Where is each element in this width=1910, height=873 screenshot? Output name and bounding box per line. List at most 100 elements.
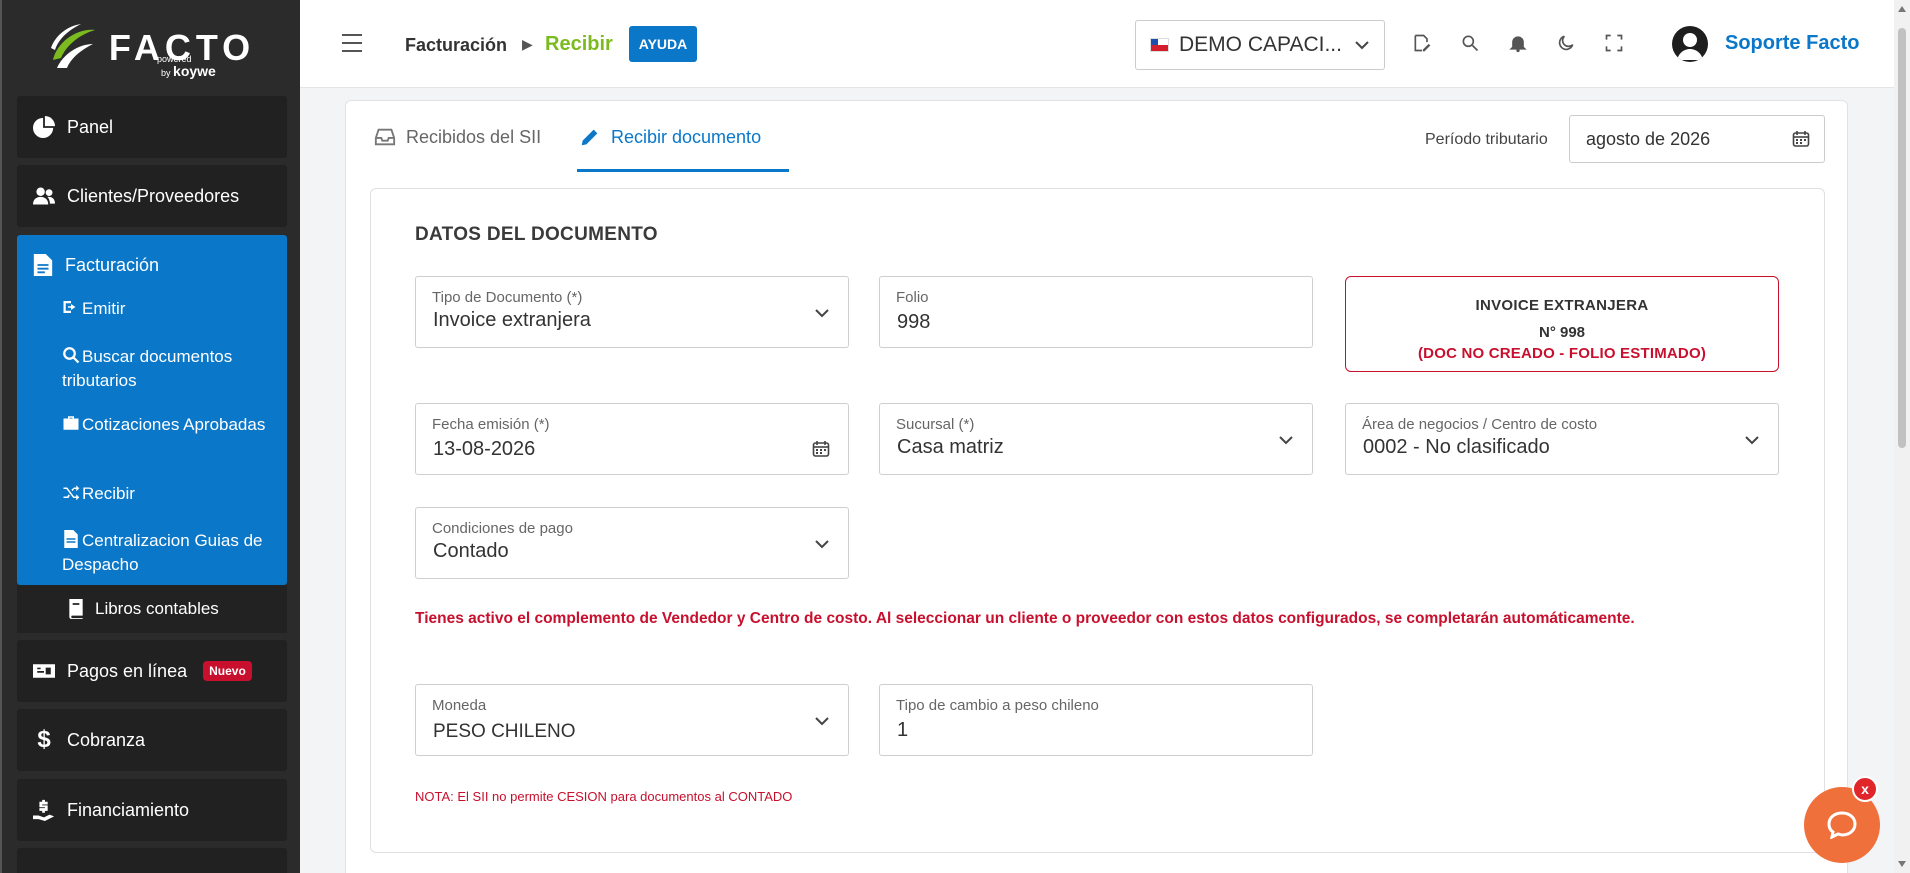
area-negocios-select[interactable]: Área de negocios / Centro de costo 0002 … bbox=[1345, 403, 1779, 475]
sidebar-sub-cotizaciones[interactable]: Cotizaciones Aprobadas bbox=[62, 414, 277, 438]
fecha-emision-input[interactable]: Fecha emisión (*) 13-08-2026 bbox=[415, 403, 849, 475]
invoice-preview-title: INVOICE EXTRANJERA bbox=[1475, 297, 1649, 314]
pencil-icon bbox=[581, 129, 598, 146]
invoice-preview-box: INVOICE EXTRANJERA N° 998 (DOC NO CREADO… bbox=[1345, 276, 1779, 372]
chile-flag-icon bbox=[1150, 38, 1169, 52]
field-value: 0002 - No clasificado bbox=[1363, 436, 1550, 458]
user-name[interactable]: Soporte Facto bbox=[1725, 32, 1859, 55]
sidebar-item-clientes[interactable]: Clientes/Proveedores bbox=[17, 165, 287, 227]
sidebar-item-label: Facturación bbox=[65, 254, 160, 275]
sidebar-sub-centralizacion[interactable]: Centralizacion Guias de Despacho bbox=[62, 530, 277, 576]
facto-logo[interactable]: FACTO bbox=[2, 0, 300, 95]
field-label: Sucursal (*) bbox=[896, 416, 975, 433]
field-label: Tipo de cambio a peso chileno bbox=[896, 697, 1099, 714]
logo-powered: powered by koywe bbox=[157, 54, 216, 79]
page-scrollbar[interactable] bbox=[1894, 0, 1910, 873]
field-value: PESO CHILENO bbox=[433, 721, 576, 742]
field-value: 998 bbox=[897, 311, 931, 333]
sidebar-item-label: Financiamiento bbox=[67, 799, 190, 820]
avatar[interactable] bbox=[1672, 26, 1708, 62]
invoice-preview-status: (DOC NO CREADO - FOLIO ESTIMADO) bbox=[1417, 345, 1707, 362]
sidebar-item-label: Cobranza bbox=[67, 729, 146, 750]
chevron-down-icon bbox=[1745, 436, 1759, 445]
fullscreen-icon[interactable] bbox=[1604, 33, 1626, 55]
chevron-down-icon bbox=[1355, 41, 1369, 50]
shuffle-icon bbox=[62, 483, 82, 507]
sidebar-sub-recibir[interactable]: Recibir bbox=[62, 483, 277, 507]
edit-document-icon[interactable] bbox=[1412, 33, 1434, 55]
search-icon bbox=[62, 346, 82, 370]
scroll-up-icon[interactable] bbox=[1898, 6, 1906, 12]
folio-input[interactable]: Folio 998 bbox=[879, 276, 1313, 348]
dollar-icon: $ bbox=[37, 726, 51, 753]
tab-recibidos-sii[interactable]: Recibidos del SII bbox=[374, 126, 541, 148]
search-icon[interactable] bbox=[1460, 33, 1482, 55]
chevron-down-icon bbox=[1279, 436, 1293, 445]
sidebar-item-label: Libros contables bbox=[95, 599, 219, 618]
document-icon bbox=[33, 254, 53, 276]
sidebar-item-panel[interactable]: Panel bbox=[17, 96, 287, 158]
chat-bubble-icon bbox=[1827, 811, 1857, 839]
moneda-select[interactable]: Moneda PESO CHILENO bbox=[415, 684, 849, 756]
main-card: Recibidos del SII Recibir documento Perí… bbox=[345, 100, 1848, 873]
sidebar-sub-buscar[interactable]: Buscar documentos tributarios bbox=[62, 346, 277, 392]
users-icon bbox=[33, 187, 55, 205]
section-title: DATOS DEL DOCUMENTO bbox=[415, 224, 658, 245]
pie-chart-icon bbox=[33, 116, 55, 138]
help-button[interactable]: AYUDA bbox=[629, 26, 697, 62]
sidebar: FACTO powered by koywe Panel Clientes/Pr… bbox=[0, 0, 300, 873]
bell-icon[interactable] bbox=[1508, 33, 1530, 55]
field-label: Fecha emisión (*) bbox=[432, 416, 550, 433]
document-form: DATOS DEL DOCUMENTO Tipo de Documento (*… bbox=[370, 188, 1825, 853]
period-input[interactable]: agosto de 2026 bbox=[1569, 115, 1825, 163]
invoice-preview-number: N° 998 bbox=[1538, 324, 1586, 341]
scroll-thumb[interactable] bbox=[1898, 28, 1906, 448]
briefcase-icon bbox=[62, 414, 82, 438]
cesion-note: NOTA: El SII no permite CESION para docu… bbox=[415, 789, 793, 804]
chevron-down-icon bbox=[815, 540, 829, 549]
sidebar-item-facturacion[interactable]: Facturación bbox=[33, 254, 159, 276]
moon-icon[interactable] bbox=[1556, 33, 1578, 55]
sidebar-item-pagos[interactable]: Pagos en línea Nuevo bbox=[17, 640, 287, 702]
file-icon bbox=[62, 530, 82, 554]
company-selector[interactable]: DEMO CAPACI... bbox=[1135, 20, 1385, 70]
chevron-down-icon bbox=[815, 309, 829, 318]
tab-recibir-documento[interactable]: Recibir documento bbox=[579, 126, 761, 148]
chat-close-button[interactable]: x bbox=[1852, 776, 1878, 802]
autocomplete-warning: Tienes activo el complemento de Vendedor… bbox=[415, 610, 1635, 627]
sidebar-item-label: Clientes/Proveedores bbox=[67, 185, 240, 206]
menu-toggle-icon[interactable] bbox=[342, 34, 362, 52]
sidebar-item-financiamiento[interactable]: Financiamiento bbox=[17, 779, 287, 841]
sidebar-item-label: Pagos en línea bbox=[67, 660, 188, 681]
sidebar-sub-emitir[interactable]: Emitir bbox=[62, 298, 277, 322]
chevron-down-icon bbox=[815, 717, 829, 726]
top-header: Facturación ▶ Recibir AYUDA DEMO CAPACI.… bbox=[300, 0, 1894, 88]
breadcrumb-recibir: Recibir bbox=[545, 33, 613, 55]
sidebar-item-cobranza[interactable]: $ Cobranza bbox=[17, 709, 287, 771]
sidebar-item-label: Panel bbox=[67, 116, 114, 137]
breadcrumb-facturacion[interactable]: Facturación bbox=[405, 35, 507, 56]
tipo-cambio-input[interactable]: Tipo de cambio a peso chileno 1 bbox=[879, 684, 1313, 756]
field-label: Tipo de Documento (*) bbox=[432, 289, 583, 306]
scroll-down-icon[interactable] bbox=[1898, 861, 1906, 867]
sidebar-item-libros[interactable]: Libros contables bbox=[17, 585, 287, 633]
money-icon bbox=[33, 664, 55, 678]
breadcrumb-separator-icon: ▶ bbox=[522, 36, 533, 52]
field-value: Contado bbox=[433, 540, 509, 562]
sidebar-item-next[interactable] bbox=[17, 848, 287, 873]
field-value: 13-08-2026 bbox=[433, 438, 536, 460]
condiciones-pago-select[interactable]: Condiciones de pago Contado bbox=[415, 507, 849, 579]
field-value: Casa matriz bbox=[897, 436, 1004, 458]
sucursal-select[interactable]: Sucursal (*) Casa matriz bbox=[879, 403, 1313, 475]
sidebar-group-facturacion: Facturación Emitir Buscar documentos tri… bbox=[17, 235, 287, 585]
field-value: 1 bbox=[897, 719, 909, 741]
field-label: Moneda bbox=[432, 697, 487, 714]
tipo-documento-select[interactable]: Tipo de Documento (*) Invoice extranjera bbox=[415, 276, 849, 348]
field-value: Invoice extranjera bbox=[433, 309, 591, 331]
field-label: Área de negocios / Centro de costo bbox=[1362, 416, 1598, 433]
field-label: Condiciones de pago bbox=[432, 520, 573, 537]
sign-out-icon bbox=[62, 298, 82, 322]
new-badge: Nuevo bbox=[203, 661, 252, 681]
inbox-icon bbox=[374, 128, 396, 146]
calendar-icon[interactable] bbox=[812, 440, 830, 458]
